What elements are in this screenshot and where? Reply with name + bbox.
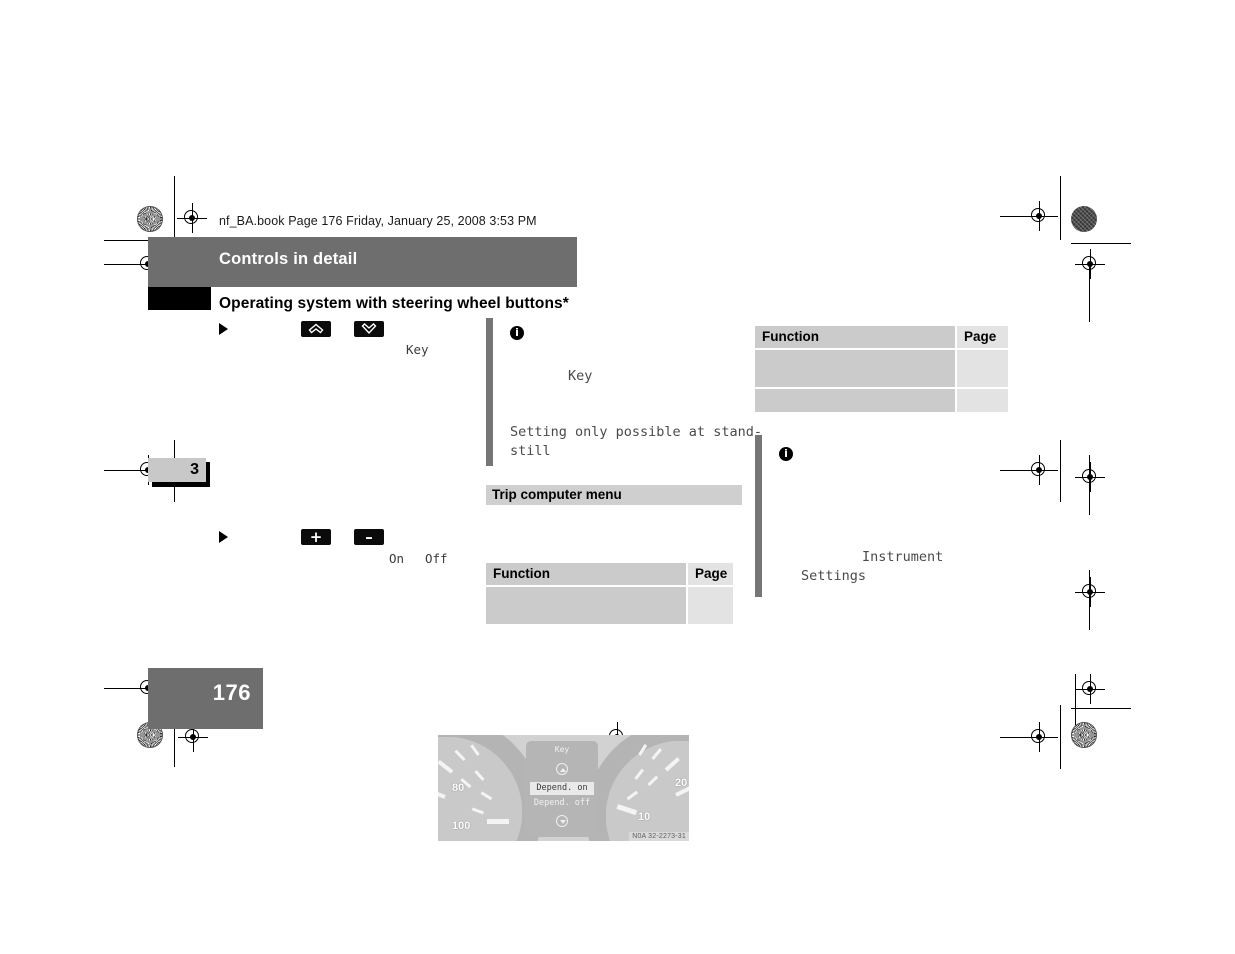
display-option-other: Depend. off: [533, 798, 591, 808]
display-option-selected: Depend. on: [530, 782, 594, 795]
info-note-middle: i Key Setting only possible at stand- st…: [486, 318, 762, 466]
display-scroll-up-icon: [556, 763, 568, 775]
step-2-mono-label-on: On: [389, 551, 405, 566]
figure-reference-code: N0A 32-2273-31: [629, 832, 689, 841]
table-row[interactable]: [486, 587, 739, 624]
dial-number: 10: [638, 811, 651, 823]
table-row[interactable]: [755, 389, 1008, 412]
steering-wheel-up-button-icon[interactable]: [301, 321, 331, 337]
table-header-row: Function Page: [755, 326, 1008, 348]
crop-line: [1060, 440, 1061, 502]
chapter-band-title: Controls in detail: [219, 250, 358, 268]
registration-target: [1024, 722, 1054, 752]
crop-line: [1071, 243, 1131, 244]
minus-glyph: –: [365, 528, 373, 546]
starburst-mark: [1071, 722, 1097, 748]
table-cell-function: [486, 587, 686, 624]
plus-button-icon[interactable]: +: [301, 529, 331, 545]
note-line-2: Setting only possible at stand-: [510, 424, 762, 440]
table-trip-computer: Function Page: [486, 563, 739, 626]
note-line-3: still: [510, 443, 551, 459]
plus-glyph: +: [309, 528, 323, 546]
dial-number: 20: [675, 777, 688, 789]
note-line-1: Key: [568, 368, 593, 384]
crop-line: [174, 176, 175, 240]
starburst-mark: [137, 206, 163, 232]
crop-line: [1089, 570, 1090, 630]
table-header-page: Page: [688, 563, 733, 585]
halftone-dot-mark: [1071, 206, 1097, 232]
chapter-band: Controls in detail: [148, 237, 577, 287]
note-vertical-rule: [486, 318, 493, 466]
dial-number: 100: [452, 820, 471, 832]
registration-target: [1024, 201, 1054, 231]
thumb-tab-shadow: [206, 462, 210, 487]
minus-button-icon[interactable]: –: [354, 529, 384, 545]
steering-wheel-down-button-icon[interactable]: [354, 321, 384, 337]
info-note-right: i Instrument Settings: [755, 435, 1032, 597]
file-info-line: nf_BA.book Page 176 Friday, January 25, …: [219, 214, 537, 228]
table-cell-function: [755, 350, 955, 387]
tachometer-dial: [586, 735, 689, 841]
registration-target: [1075, 249, 1105, 279]
thumb-tab-shadow: [152, 482, 210, 487]
step-2-mono-label-off: Off: [425, 551, 448, 566]
section-title: Operating system with steering wheel but…: [219, 295, 569, 312]
registration-target: [1075, 674, 1105, 704]
table-header-page: Page: [957, 326, 1008, 348]
registration-target: [1075, 577, 1105, 607]
table-cell-page: [957, 350, 1008, 387]
registration-target: [177, 203, 207, 233]
chapter-number: 3: [190, 461, 199, 478]
crop-line: [1089, 455, 1090, 515]
dial-number: 80: [452, 782, 465, 794]
subsection-heading-bar: Trip computer menu: [486, 485, 742, 505]
document-page: nf_BA.book Page 176 Friday, January 25, …: [0, 0, 1235, 954]
table-cell-page: [957, 389, 1008, 412]
instruction-step-1: Key: [219, 318, 471, 364]
note-line-1: Instrument: [862, 549, 944, 565]
step-1-mono-label: Key: [406, 342, 429, 357]
instruction-step-2: + – On Off: [219, 526, 471, 572]
note-line-2: Settings: [801, 568, 867, 584]
note-vertical-rule: [755, 435, 762, 597]
chapter-thumb-tab: 3: [148, 458, 206, 482]
page-number-block: 176: [148, 668, 263, 729]
info-icon: i: [779, 447, 793, 461]
cluster-display: Key Depend. on Depend. off: [526, 741, 598, 837]
crop-line: [1060, 176, 1061, 240]
crop-line: [1060, 705, 1061, 769]
dial-tick-major: [487, 819, 509, 824]
info-icon: i: [510, 326, 524, 340]
table-header-function: Function: [755, 326, 955, 348]
display-scroll-down-icon: [556, 815, 568, 827]
table-cell-page: [688, 587, 733, 624]
triangle-bullet-icon: [219, 323, 228, 335]
table-header-function: Function: [486, 563, 686, 585]
column-middle: i Key Setting only possible at stand- st…: [486, 318, 762, 624]
triangle-bullet-icon: [219, 531, 228, 543]
table-header-row: Function Page: [486, 563, 739, 585]
black-margin-tab: [148, 287, 211, 310]
crop-line: [1089, 264, 1090, 322]
subsection-title: Trip computer menu: [492, 487, 622, 502]
table-cell-function: [755, 389, 955, 412]
table-row[interactable]: [755, 350, 1008, 387]
crop-line: [1071, 708, 1131, 709]
page-number: 176: [212, 680, 251, 705]
instrument-cluster-illustration: 80 100 20 10 Key Depend. on Depend. off …: [438, 735, 689, 841]
table-right: Function Page: [755, 326, 1008, 414]
display-title: Key: [554, 745, 570, 754]
registration-target: [1075, 462, 1105, 492]
column-left: Key 80 100 20 10 Key Depend. on Depend. …: [219, 318, 689, 841]
